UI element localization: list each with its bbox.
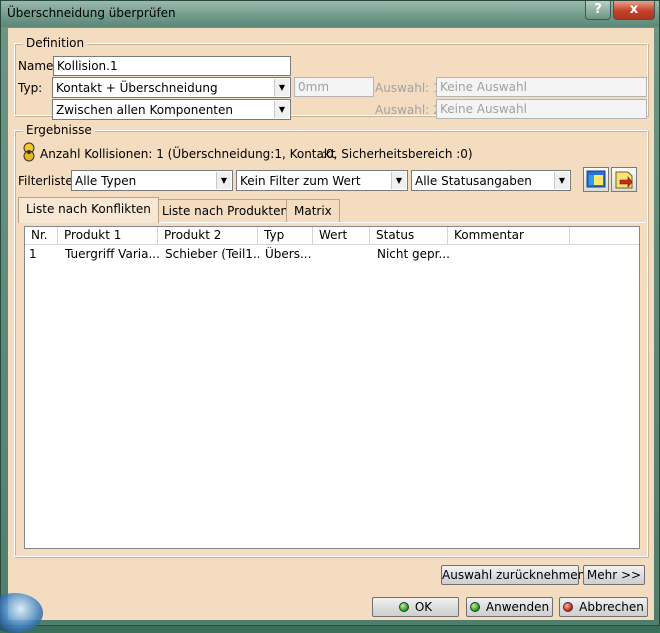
selection-field-1: Keine Auswahl: [436, 77, 647, 97]
apply-icon: [469, 602, 480, 612]
conflict-list[interactable]: Nr. Produkt 1 Produkt 2 Typ Wert Status …: [24, 226, 640, 549]
name-label: Name:: [18, 59, 58, 73]
dialog-window: Überschneidung überprüfen ? x Definition…: [0, 0, 660, 633]
tab-label: Matrix: [294, 204, 332, 218]
cell-produkt1: Tuergriff Varia...: [65, 247, 159, 261]
tab-matrix[interactable]: Matrix: [286, 199, 340, 222]
cancel-icon: [563, 602, 574, 612]
typ-combo-value: Kontakt + Überschneidung: [56, 81, 218, 95]
cell-produkt2: Schieber (Teil1...: [165, 247, 259, 261]
collision-icon: [23, 142, 35, 162]
column-header-typ[interactable]: Typ: [258, 227, 313, 245]
close-button[interactable]: x: [613, 1, 655, 20]
display-window-button[interactable]: [583, 167, 609, 192]
column-header-status[interactable]: Status: [370, 227, 448, 245]
cancel-label: Abbrechen: [579, 600, 644, 614]
selection-label-1: Auswahl: 1: [375, 81, 441, 95]
ok-label: OK: [414, 600, 433, 614]
cell-nr: 1: [29, 247, 37, 261]
column-header-nr[interactable]: Nr.: [25, 227, 58, 245]
filter-list-label: Filterliste:: [18, 174, 77, 188]
ok-button[interactable]: OK: [372, 597, 459, 617]
help-button[interactable]: ?: [585, 1, 611, 20]
collision-summary-left: Anzahl Kollisionen: 1 (Überschneidung:1,…: [40, 147, 336, 161]
dropdown-arrow-icon: ▼: [216, 172, 231, 189]
filter-type-value: Alle Typen: [75, 174, 137, 188]
cell-typ: Übers...: [265, 247, 312, 261]
results-group-label: Ergebnisse: [23, 123, 95, 137]
dialog-client: Definition Name: Kollision.1 Typ: Kontak…: [8, 28, 654, 620]
column-header-wert[interactable]: Wert: [313, 227, 370, 245]
dropdown-arrow-icon: ▼: [274, 79, 289, 96]
export-button[interactable]: [611, 167, 637, 192]
dropdown-arrow-icon: ▼: [554, 172, 569, 189]
typ-combo[interactable]: Kontakt + Überschneidung ▼: [52, 77, 291, 98]
tab-liste-nach-konflikten[interactable]: Liste nach Konflikten: [18, 197, 159, 223]
collision-summary-right: :0, Sicherheitsbereich :0): [322, 147, 473, 161]
title-bar[interactable]: Überschneidung überprüfen ? x: [1, 1, 659, 27]
list-header: Nr. Produkt 1 Produkt 2 Typ Wert Status …: [25, 227, 639, 245]
cancel-button[interactable]: Abbrechen: [559, 597, 648, 617]
export-icon: [615, 171, 633, 189]
close-icon: x: [629, 2, 639, 17]
filter-status-combo[interactable]: Alle Statusangaben ▼: [411, 170, 571, 191]
column-header-produkt2[interactable]: Produkt 2: [158, 227, 258, 245]
filter-value-value: Kein Filter zum Wert: [240, 174, 361, 188]
apply-label: Anwenden: [485, 600, 550, 614]
clearance-field: 0mm: [294, 77, 374, 97]
table-row[interactable]: 1 Tuergriff Varia... Schieber (Teil1... …: [25, 246, 639, 262]
apply-button[interactable]: Anwenden: [466, 597, 553, 617]
typ-label: Typ:: [18, 81, 43, 95]
column-header-produkt1[interactable]: Produkt 1: [58, 227, 158, 245]
display-window-icon: [586, 170, 606, 188]
filter-value-combo[interactable]: Kein Filter zum Wert ▼: [236, 170, 408, 191]
more-button[interactable]: Mehr >>: [583, 565, 645, 585]
tab-label: Liste nach Konflikten: [26, 202, 151, 216]
column-header-kommentar[interactable]: Kommentar: [448, 227, 570, 245]
filter-type-combo[interactable]: Alle Typen ▼: [71, 170, 233, 191]
ok-icon: [398, 602, 409, 612]
mode-combo[interactable]: Zwischen allen Komponenten ▼: [52, 99, 291, 120]
tab-label: Liste nach Produkten: [162, 204, 289, 218]
dropdown-arrow-icon: ▼: [274, 101, 289, 118]
definition-group-label: Definition: [23, 36, 88, 50]
name-field[interactable]: Kollision.1: [53, 56, 291, 76]
tab-liste-nach-produkten[interactable]: Liste nach Produkten: [154, 199, 297, 222]
selection-field-2: Keine Auswahl: [436, 99, 647, 119]
selection-label-2: Auswahl: 2: [375, 103, 441, 117]
undo-selection-button[interactable]: Auswahl zurücknehmen: [441, 565, 585, 585]
help-icon: ?: [594, 2, 602, 17]
dropdown-arrow-icon: ▼: [391, 172, 406, 189]
cell-status: Nicht gepr...: [377, 247, 449, 261]
filter-status-value: Alle Statusangaben: [415, 174, 532, 188]
mode-combo-value: Zwischen allen Komponenten: [56, 103, 233, 117]
window-title: Überschneidung überprüfen: [7, 6, 176, 20]
